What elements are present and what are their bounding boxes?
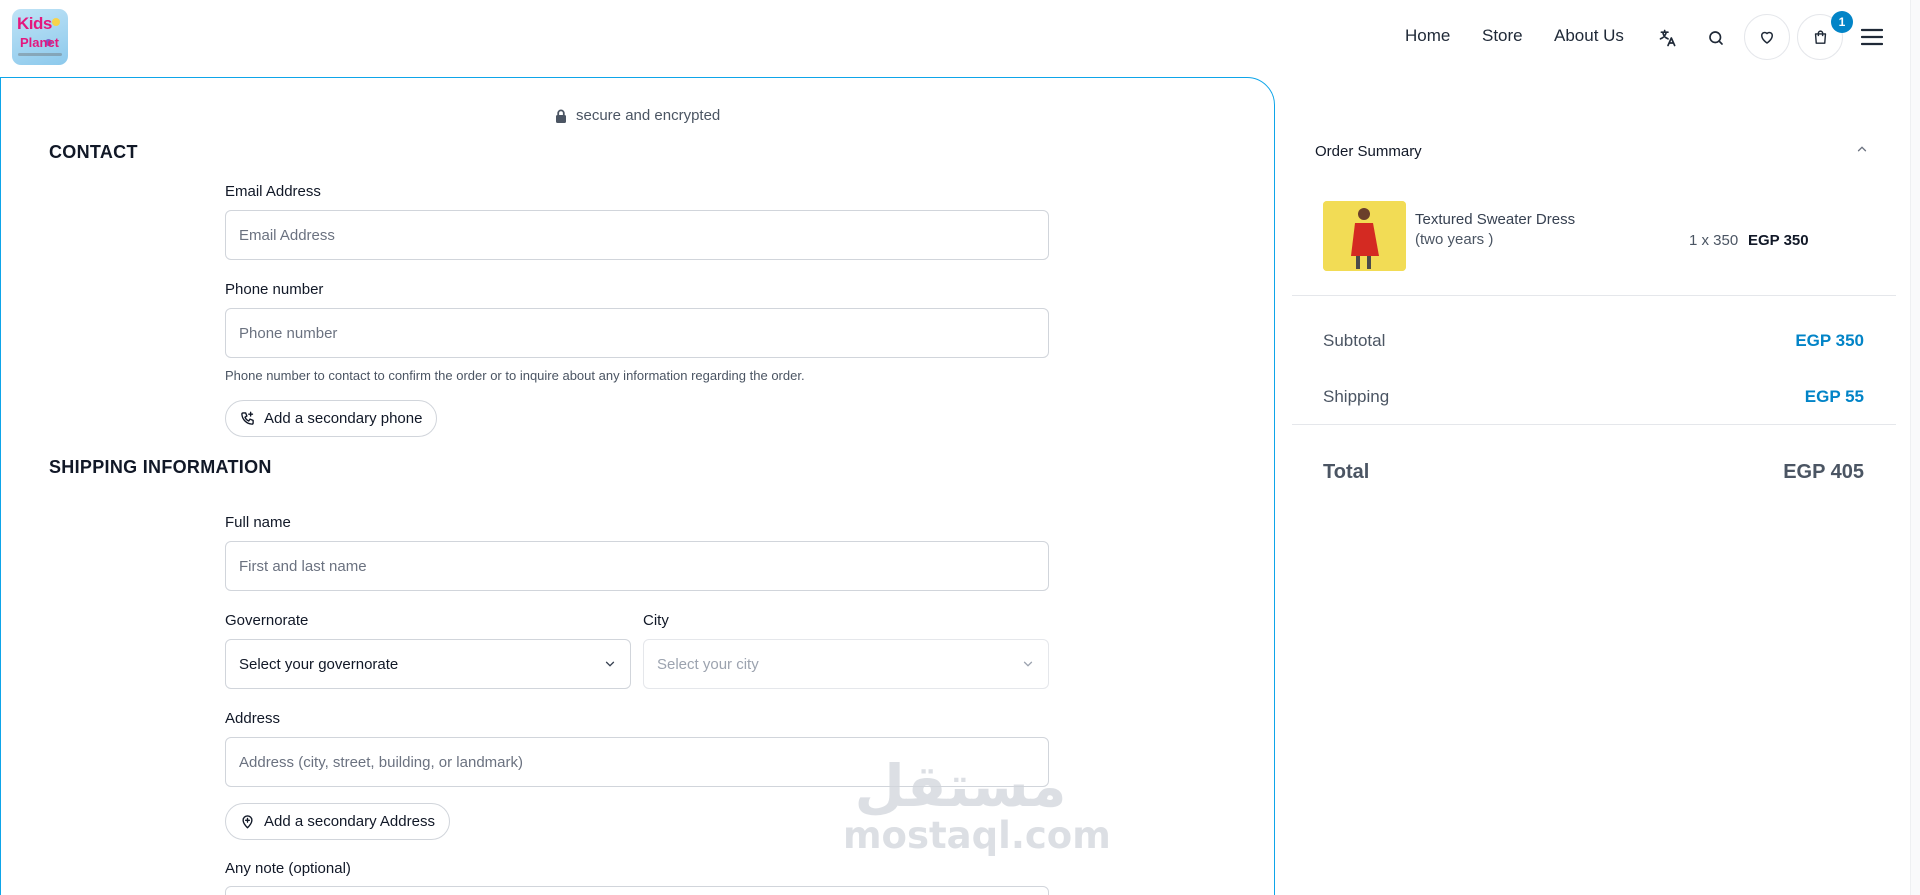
city-select[interactable]: Select your city (643, 639, 1049, 689)
email-placeholder: Email Address (239, 226, 335, 244)
add-secondary-address-label: Add a secondary Address (264, 813, 435, 830)
mostaql-watermark: مستقل mostaql.com (843, 752, 1111, 857)
phone-label: Phone number (225, 281, 324, 298)
product-quantity-price: 1 x 350 (1689, 232, 1739, 249)
add-secondary-phone-label: Add a secondary phone (264, 410, 423, 427)
product-line-total: EGP 350 (1748, 232, 1809, 249)
full-name-placeholder: First and last name (239, 557, 367, 575)
governorate-label: Governorate (225, 612, 309, 629)
site-header: Kids Planet Home Store About Us 1 (0, 0, 1920, 76)
shipping-section-title: SHIPPING INFORMATION (49, 457, 272, 477)
note-field[interactable] (225, 886, 1049, 895)
address-label: Address (225, 710, 281, 727)
email-label: Email Address (225, 183, 321, 200)
secure-text: secure and encrypted (576, 107, 721, 124)
cart-icon (1814, 29, 1826, 44)
watermark-arabic: مستقل (854, 752, 1067, 820)
logo-dot (52, 18, 60, 26)
translate-icon[interactable] (1656, 26, 1680, 50)
add-secondary-phone-button[interactable]: Add a secondary phone (225, 400, 438, 437)
nav-home-link[interactable]: Home (1405, 26, 1450, 46)
nav-about-link[interactable]: About Us (1554, 26, 1624, 46)
total-label: Total (1323, 461, 1370, 483)
shipping-value: EGP 55 (1804, 387, 1864, 406)
add-secondary-address-button[interactable]: Add a secondary Address (225, 803, 450, 840)
heart-icon (1761, 31, 1773, 44)
chevron-down-icon (605, 661, 615, 667)
phone-placeholder: Phone number (239, 324, 338, 342)
lock-icon (556, 109, 566, 123)
full-name-label: Full name (225, 514, 291, 531)
nav-store-link[interactable]: Store (1482, 26, 1523, 46)
subtotal-label: Subtotal (1323, 331, 1386, 350)
page-scrollbar[interactable] (1910, 0, 1920, 895)
logo-text-kids: Kids (17, 14, 52, 33)
cart-count-badge: 1 (1831, 11, 1853, 33)
email-field[interactable]: Email Address (225, 210, 1049, 260)
phone-field[interactable]: Phone number (225, 308, 1049, 358)
menu-icon[interactable] (1859, 24, 1885, 50)
logo-tagline-line (18, 53, 62, 56)
product-thumbnail (1323, 201, 1406, 271)
contact-section-title: CONTACT (49, 142, 138, 162)
subtotal-value: EGP 350 (1795, 331, 1864, 350)
governorate-value: Select your governorate (239, 655, 399, 673)
phone-hint-text: Phone number to contact to confirm the o… (225, 368, 805, 383)
city-label: City (643, 612, 669, 629)
product-name: Textured Sweater Dress (1415, 211, 1576, 228)
total-value: EGP 405 (1783, 461, 1864, 483)
logo-text-planet: Planet (20, 35, 60, 50)
note-label: Any note (optional) (225, 860, 351, 877)
address-placeholder: Address (city, street, building, or land… (239, 753, 523, 771)
governorate-select[interactable]: Select your governorate (225, 639, 631, 689)
watermark-latin: mostaql.com (843, 814, 1111, 857)
chevron-up-icon[interactable] (1855, 142, 1869, 161)
search-icon[interactable] (1704, 26, 1728, 50)
summary-divider (1292, 424, 1896, 425)
secure-notice: secure and encrypted (555, 107, 720, 124)
chevron-down-icon (1023, 661, 1033, 667)
wishlist-button[interactable] (1744, 14, 1790, 60)
phone-plus-icon (241, 411, 254, 425)
city-value: Select your city (657, 655, 759, 673)
summary-divider (1292, 295, 1896, 296)
location-plus-icon (242, 815, 253, 829)
full-name-field[interactable]: First and last name (225, 541, 1049, 591)
order-summary-title: Order Summary (1315, 143, 1422, 160)
product-variant: (two years ) (1415, 231, 1494, 248)
shipping-label: Shipping (1323, 387, 1390, 406)
kids-planet-logo[interactable]: Kids Planet (12, 9, 68, 65)
